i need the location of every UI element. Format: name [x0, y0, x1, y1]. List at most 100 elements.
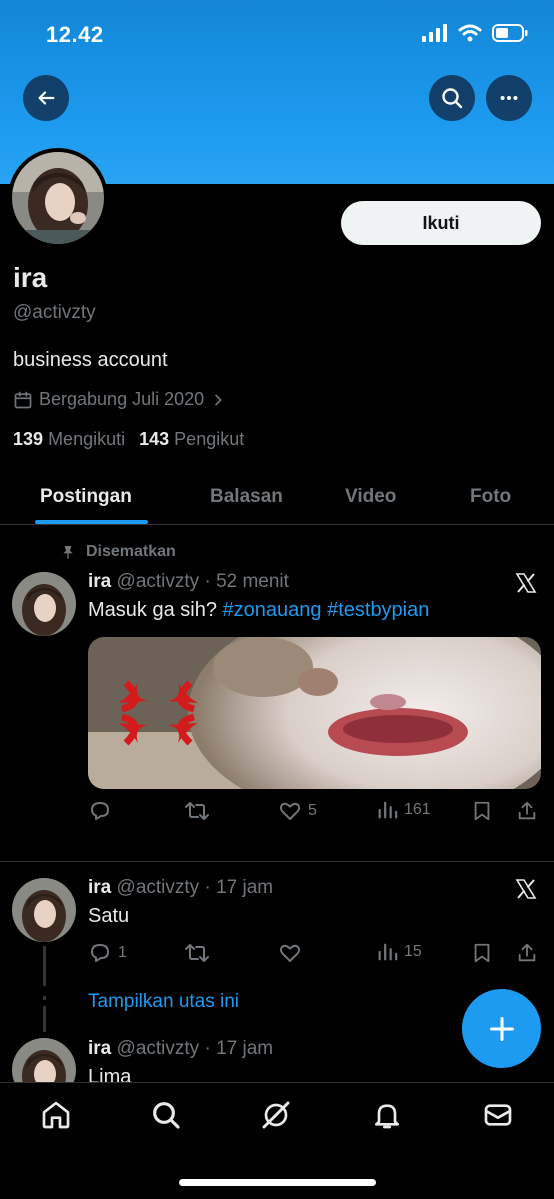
- status-bar: 12.42: [0, 0, 554, 70]
- tweet-author-name[interactable]: ira: [88, 877, 111, 898]
- following-label: Mengikuti: [48, 429, 126, 449]
- calendar-icon: [14, 391, 32, 408]
- share-icon: [518, 801, 536, 820]
- retweet-icon: [185, 944, 209, 962]
- signal-icon: [422, 24, 447, 42]
- thread-line: [43, 946, 46, 986]
- tweet-time: 17 jam: [216, 1038, 274, 1059]
- tweet-actions: 5 161: [88, 799, 541, 829]
- tweet-author-name[interactable]: ira: [88, 1038, 111, 1059]
- plus-icon: [489, 1016, 514, 1041]
- like-count: 5: [308, 802, 317, 819]
- tab-video[interactable]: Video: [345, 470, 396, 524]
- x-logo-icon[interactable]: [513, 877, 539, 901]
- tweet-avatar[interactable]: [12, 878, 76, 942]
- back-button[interactable]: [23, 75, 69, 121]
- like-button[interactable]: [278, 941, 308, 965]
- retweet-button[interactable]: [184, 799, 216, 823]
- follow-stats: 139 Mengikuti 143 Pengikut: [13, 429, 244, 450]
- hashtag-link[interactable]: #testbypian: [327, 599, 429, 621]
- wifi-icon: [458, 24, 482, 42]
- tab-foto[interactable]: Foto: [470, 470, 511, 524]
- tweet-header: ira @activzty · 17 jam: [88, 1038, 274, 1059]
- views-button[interactable]: 161: [376, 799, 431, 821]
- explore-icon[interactable]: [150, 1099, 182, 1131]
- tweet-time: 52 menit: [216, 571, 289, 592]
- tweet-text: Satu: [88, 905, 130, 927]
- tweet-author-name[interactable]: ira: [88, 571, 111, 592]
- tweet-header: ira @activzty · 52 menit: [88, 571, 289, 592]
- reply-count: 1: [118, 944, 127, 961]
- followers-count: 143: [139, 429, 170, 449]
- profile-name: ira: [13, 262, 48, 293]
- tab-balasan[interactable]: Balasan: [210, 470, 283, 524]
- joined-text: Bergabung Juli 2020: [39, 389, 205, 409]
- grok-icon[interactable]: [260, 1099, 292, 1131]
- bookmark-icon: [474, 801, 490, 821]
- tweet-header: ira @activzty · 17 jam: [88, 877, 274, 898]
- hashtag-link[interactable]: #zonauang: [223, 599, 322, 621]
- chevron-right-icon: [215, 394, 222, 405]
- views-button[interactable]: 15: [376, 941, 422, 963]
- retweet-button[interactable]: [184, 941, 216, 965]
- more-icon: [500, 95, 518, 101]
- tweet-author-handle[interactable]: @activzty: [117, 877, 200, 898]
- tweet-media-image[interactable]: [88, 637, 541, 789]
- following-link[interactable]: 139 Mengikuti: [13, 429, 125, 450]
- share-icon: [518, 943, 536, 962]
- reply-button[interactable]: [88, 799, 118, 823]
- like-button[interactable]: 5: [278, 799, 317, 823]
- bookmark-button[interactable]: [471, 941, 493, 965]
- thread-dot: [43, 996, 46, 1000]
- views-icon: [378, 801, 398, 819]
- more-button[interactable]: [486, 75, 532, 121]
- tab-postingan[interactable]: Postingan: [40, 470, 132, 524]
- tweet-actions: 1 15: [88, 941, 541, 971]
- home-icon[interactable]: [40, 1099, 72, 1131]
- tweet-body: Masuk ga sih?: [88, 599, 217, 621]
- followers-label: Pengikut: [174, 429, 245, 449]
- reply-button[interactable]: 1: [88, 941, 127, 965]
- tweet-avatar[interactable]: [12, 572, 76, 636]
- retweet-icon: [185, 802, 209, 820]
- show-thread-link[interactable]: Tampilkan utas ini: [88, 991, 239, 1013]
- joined-date[interactable]: Bergabung Juli 2020: [13, 389, 226, 410]
- thread-line: [43, 1006, 46, 1032]
- reply-icon: [91, 944, 109, 962]
- follow-button[interactable]: Ikuti: [341, 201, 541, 245]
- share-button[interactable]: [516, 941, 538, 965]
- followers-link[interactable]: 143 Pengikut: [139, 429, 244, 450]
- view-count: 161: [404, 801, 431, 818]
- x-logo-icon[interactable]: [513, 571, 539, 595]
- messages-icon[interactable]: [482, 1099, 514, 1131]
- profile-tabs: Postingan Balasan Video Foto: [0, 470, 554, 525]
- tweet-author-handle[interactable]: @activzty: [117, 571, 200, 592]
- like-icon: [279, 944, 301, 962]
- profile-avatar[interactable]: [8, 148, 108, 248]
- tweet-time: 17 jam: [216, 877, 274, 898]
- notifications-icon[interactable]: [371, 1099, 403, 1131]
- pinned-text: Disematkan: [86, 543, 176, 560]
- active-tab-indicator: [35, 520, 148, 524]
- view-count: 15: [404, 943, 422, 960]
- battery-icon: [492, 24, 528, 42]
- bookmark-button[interactable]: [471, 799, 493, 823]
- status-icons: [422, 24, 528, 42]
- status-time: 12.42: [46, 22, 104, 47]
- tweet-divider: [0, 861, 554, 862]
- views-icon: [378, 943, 398, 961]
- search-button[interactable]: [429, 75, 475, 121]
- following-count: 139: [13, 429, 44, 449]
- share-button[interactable]: [516, 799, 538, 823]
- pin-icon: [63, 546, 73, 559]
- back-arrow-icon: [38, 91, 55, 105]
- tweet-text: Masuk ga sih? #zonauang #testbypian: [88, 599, 429, 622]
- profile-bio: business account: [13, 349, 168, 371]
- compose-button[interactable]: [462, 989, 541, 1068]
- like-icon: [279, 802, 301, 820]
- home-indicator: [179, 1179, 376, 1186]
- bookmark-icon: [474, 943, 490, 963]
- profile-handle: @activzty: [13, 302, 96, 323]
- search-icon: [442, 88, 463, 109]
- tweet-author-handle[interactable]: @activzty: [117, 1038, 200, 1059]
